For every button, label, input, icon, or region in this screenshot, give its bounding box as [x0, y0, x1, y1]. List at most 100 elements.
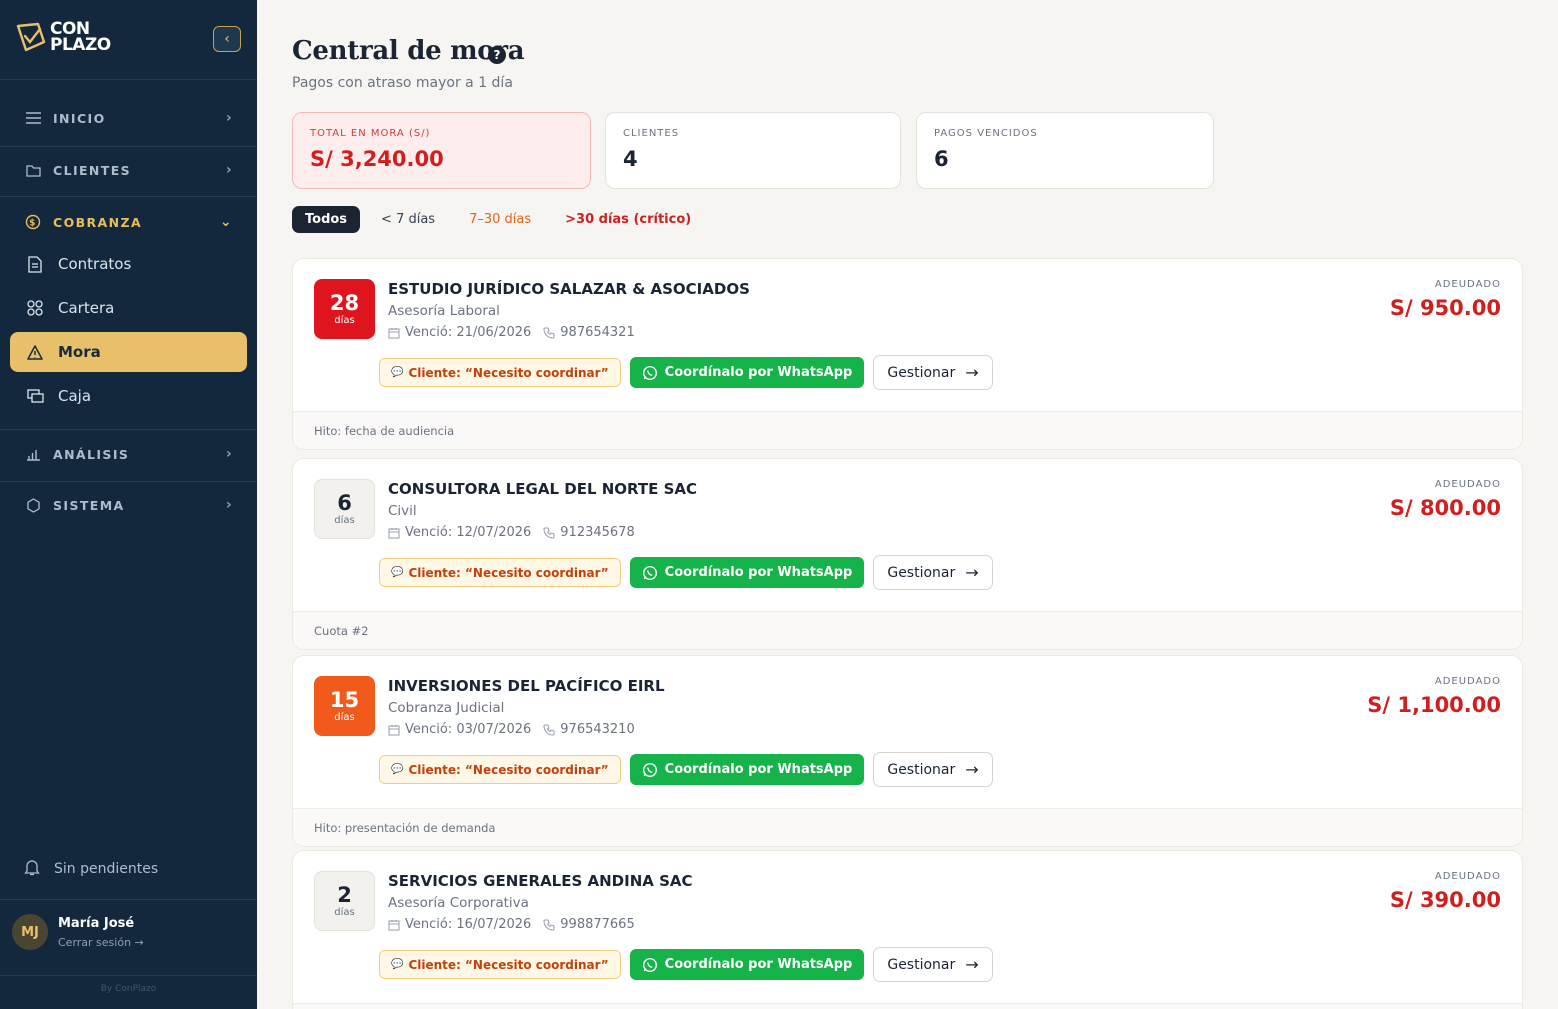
phone-icon — [543, 326, 555, 339]
phone-icon — [543, 918, 555, 931]
brand-logo[interactable]: CON PLAZO — [14, 20, 111, 54]
warning-icon — [26, 343, 44, 361]
bar-chart-icon — [24, 445, 42, 463]
logout-link[interactable]: Cerrar sesión → — [58, 936, 144, 949]
mora-card: 2 días SERVICIOS GENERALES ANDINA SAC Ase… — [292, 850, 1523, 1009]
stat-total-mora: TOTAL EN MORA (S/) S/ 3,240.00 — [292, 112, 591, 189]
chat-bubble-icon: 💬 — [391, 959, 404, 970]
client-note: 💬 Cliente: “Necesito coordinar” — [379, 950, 621, 979]
nav-section-sistema[interactable]: SISTEMA › — [24, 490, 233, 520]
owed-amount: S/ 800.00 — [1389, 496, 1501, 520]
client-name: CONSULTORA LEGAL DEL NORTE SAC — [388, 480, 698, 498]
manage-button[interactable]: Gestionar → — [873, 555, 993, 590]
stat-value: 4 — [623, 147, 638, 171]
card-actions: 💬 Cliente: “Necesito coordinar” Coordínal… — [379, 752, 993, 787]
brand-wordmark: CON PLAZO — [50, 19, 111, 55]
sidebar-item-mora[interactable]: Mora — [10, 332, 247, 372]
owed-label: ADEUDADO — [1434, 676, 1501, 687]
svg-text:$: $ — [29, 219, 37, 229]
client-type: Asesoría Laboral — [388, 303, 500, 319]
card-footer-note: Hito: fecha de audiencia — [293, 411, 1522, 449]
client-type: Cobranza Judicial — [388, 700, 505, 716]
nav-section-clientes[interactable]: CLIENTES › — [24, 155, 233, 185]
stat-value: 6 — [934, 147, 949, 171]
sidebar-item-cartera[interactable]: Cartera — [10, 288, 247, 328]
phone-number[interactable]: 976543210 — [560, 722, 634, 737]
divider — [0, 79, 257, 80]
client-name: INVERSIONES DEL PACÍFICO EIRL — [388, 677, 665, 695]
divider — [0, 146, 257, 147]
stat-label: CLIENTES — [623, 128, 680, 139]
nav-section-analisis[interactable]: ANÁLISIS › — [24, 439, 233, 469]
grid-icon — [26, 299, 44, 317]
sidebar-item-contratos[interactable]: Contratos — [10, 244, 247, 284]
coin-icon: $ — [24, 213, 42, 231]
calendar-icon — [388, 327, 400, 339]
card-actions: 💬 Cliente: “Necesito coordinar” Coordínal… — [379, 555, 993, 590]
filter-7-30[interactable]: 7–30 días — [456, 206, 544, 233]
client-name: ESTUDIO JURÍDICO SALAZAR & ASOCIADOS — [388, 280, 750, 298]
whatsapp-icon — [642, 762, 658, 778]
avatar[interactable]: MJ — [12, 914, 48, 950]
manage-button[interactable]: Gestionar → — [873, 752, 993, 787]
whatsapp-icon — [642, 565, 658, 581]
whatsapp-button[interactable]: Coordínalo por WhatsApp — [629, 357, 865, 388]
owed-label: ADEUDADO — [1434, 479, 1501, 490]
help-icon[interactable]: ? — [488, 46, 506, 64]
card-actions: 💬 Cliente: “Necesito coordinar” Coordínal… — [379, 355, 993, 390]
mora-card: 15 días INVERSIONES DEL PACÍFICO EIRL Cob… — [292, 655, 1523, 847]
chevron-down-icon: ⌄ — [219, 214, 233, 230]
days-overdue-badge: 6 días — [314, 479, 375, 539]
arrow-right-icon: → — [965, 363, 979, 382]
calendar-icon — [388, 919, 400, 931]
notifications-label: Sin pendientes — [54, 861, 159, 877]
collapse-sidebar-button[interactable]: ‹ — [213, 26, 241, 52]
card-footer-note: Hito: presentación de demanda — [293, 808, 1522, 846]
phone-number[interactable]: 912345678 — [560, 525, 634, 540]
stat-label: TOTAL EN MORA (S/) — [310, 128, 431, 139]
owed-amount: S/ 390.00 — [1389, 888, 1501, 912]
chevron-right-icon: › — [225, 110, 233, 126]
card-footer-note — [293, 1003, 1522, 1009]
client-name: SERVICIOS GENERALES ANDINA SAC — [388, 872, 693, 890]
due-date: Venció: 03/07/2026 — [405, 722, 532, 737]
phone-number[interactable]: 998877665 — [560, 917, 634, 932]
client-meta: Venció: 12/07/2026 912345678 — [388, 525, 635, 540]
manage-button[interactable]: Gestionar → — [873, 355, 993, 390]
sidebar-item-caja[interactable]: Caja — [10, 376, 247, 416]
nav-section-cobranza[interactable]: $ COBRANZA ⌄ — [24, 207, 233, 237]
nav-section-inicio[interactable]: INICIO › — [24, 103, 233, 133]
days-overdue-badge: 15 días — [314, 676, 375, 736]
chat-bubble-icon: 💬 — [391, 367, 404, 378]
arrow-right-icon: → — [965, 563, 979, 582]
divider — [0, 899, 257, 900]
sidebar: CON PLAZO ‹ INICIO › CLIENTES › $ COBRAN… — [0, 0, 257, 1009]
whatsapp-button[interactable]: Coordínalo por WhatsApp — [629, 949, 865, 980]
sidebar-item-label: Cartera — [58, 299, 115, 317]
whatsapp-icon — [642, 365, 658, 381]
manage-button[interactable]: Gestionar → — [873, 947, 993, 982]
menu-icon — [24, 109, 42, 127]
main-content: Central de mora ? Pagos con atraso mayor… — [257, 0, 1558, 1009]
divider — [0, 196, 257, 197]
chevron-right-icon: › — [225, 162, 233, 178]
stat-label: PAGOS VENCIDOS — [934, 128, 1038, 139]
user-profile: MJ María José Cerrar sesión → — [12, 914, 144, 950]
chevron-right-icon: › — [225, 497, 233, 513]
client-note: 💬 Cliente: “Necesito coordinar” — [379, 558, 621, 587]
filter-todos[interactable]: Todos — [292, 206, 361, 233]
card-footer-note: Cuota #2 — [293, 611, 1522, 649]
chevron-right-icon: › — [225, 446, 233, 462]
owed-label: ADEUDADO — [1434, 871, 1501, 882]
phone-number[interactable]: 987654321 — [560, 325, 634, 340]
filter-menos-7[interactable]: < 7 días — [368, 206, 448, 233]
whatsapp-icon — [642, 957, 658, 973]
client-type: Civil — [388, 503, 417, 519]
whatsapp-button[interactable]: Coordínalo por WhatsApp — [629, 557, 865, 588]
whatsapp-button[interactable]: Coordínalo por WhatsApp — [629, 754, 865, 785]
days-overdue-badge: 2 días — [314, 871, 375, 931]
sidebar-item-label: Mora — [58, 343, 101, 361]
cash-icon — [26, 387, 44, 405]
notifications[interactable]: Sin pendientes — [24, 858, 158, 880]
filter-critico[interactable]: >30 días (crítico) — [552, 206, 704, 233]
